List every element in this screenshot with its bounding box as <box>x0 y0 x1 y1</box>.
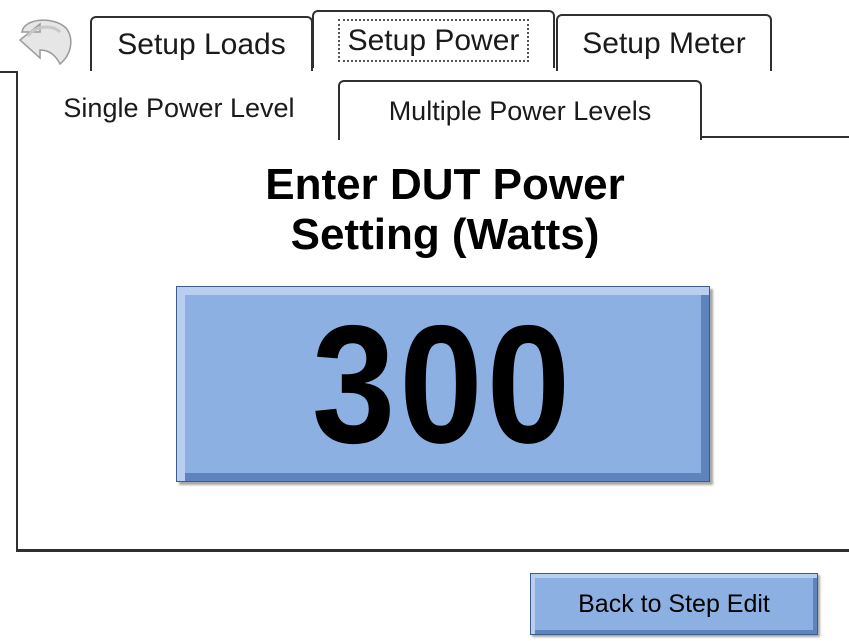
back-button-label: Back to Step Edit <box>578 589 770 618</box>
prompt-line-1: Enter DUT Power <box>265 160 625 209</box>
tab-label: Setup Meter <box>582 27 746 60</box>
tab-setup-loads[interactable]: Setup Loads <box>90 16 313 72</box>
back-to-step-edit-button[interactable]: Back to Step Edit <box>530 573 818 635</box>
power-prompt: Enter DUT Power Setting (Watts) <box>120 160 770 270</box>
prompt-line-2: Setting (Watts) <box>290 210 600 259</box>
tab-setup-meter[interactable]: Setup Meter <box>556 14 772 72</box>
subtab-multiple-power-levels[interactable]: Multiple Power Levels <box>338 80 702 140</box>
subtab-label: Multiple Power Levels <box>388 95 652 126</box>
subtab-divider <box>700 136 849 138</box>
tab-label: Setup Loads <box>117 28 286 61</box>
subtab-label: Single Power Level <box>63 92 295 123</box>
subtab-single-power-level[interactable]: Single Power Level <box>20 80 338 136</box>
power-value-button[interactable]: 300 <box>176 286 710 482</box>
tab-label: Setup Power <box>337 18 530 62</box>
power-value: 300 <box>311 289 575 479</box>
back-arrow-icon[interactable] <box>14 10 78 70</box>
tab-setup-power[interactable]: Setup Power <box>312 10 555 68</box>
